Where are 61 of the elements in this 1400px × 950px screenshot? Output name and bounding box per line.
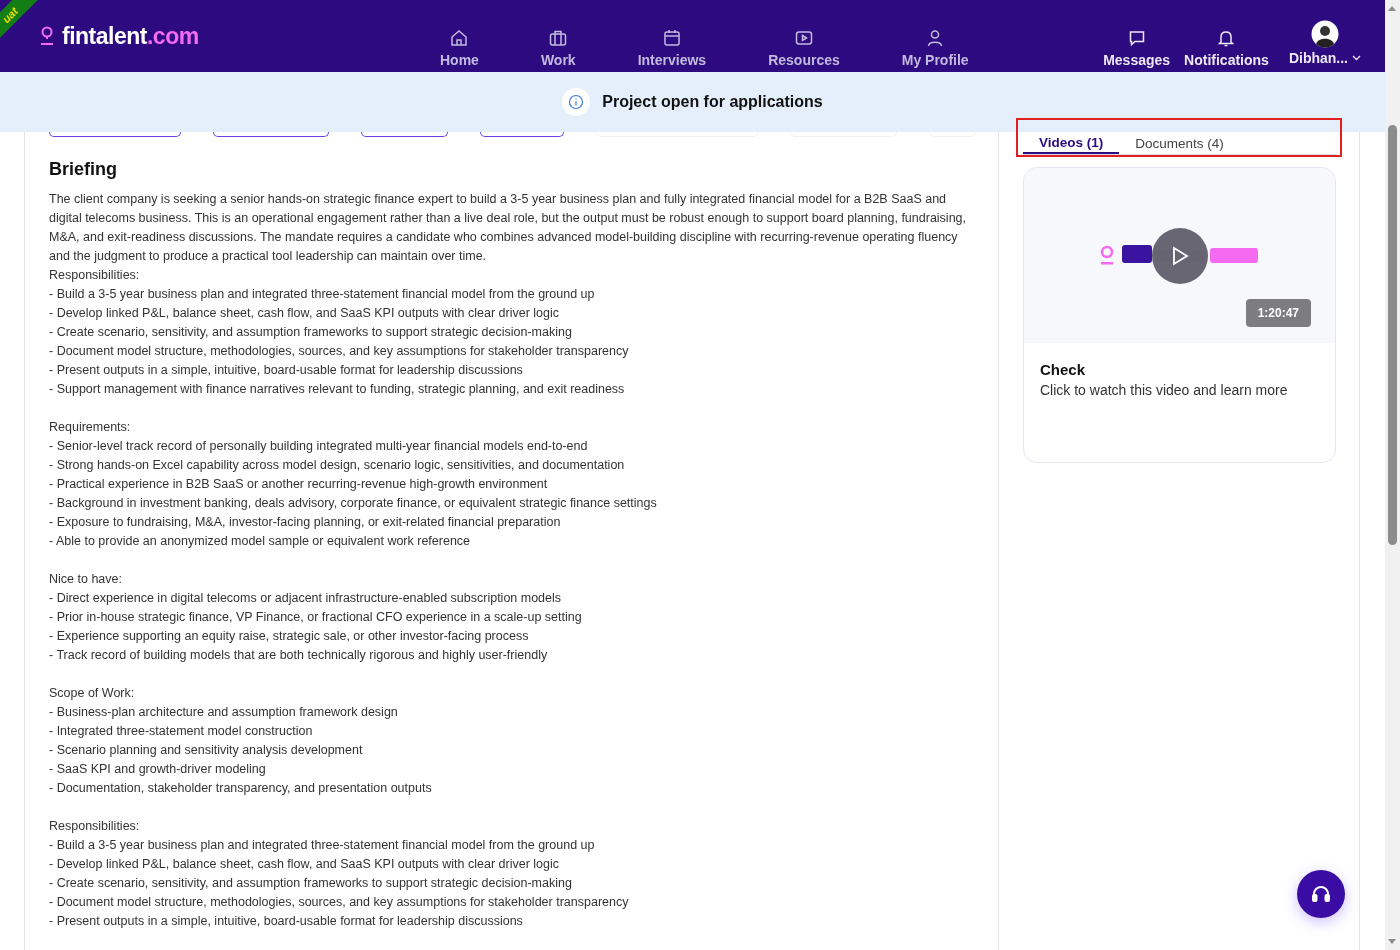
nav-link[interactable]: Messages bbox=[1103, 10, 1171, 72]
nav-link[interactable]: Home bbox=[440, 14, 479, 72]
list-item: - Document model structure, methodologies, sources, and key assumptions for stakeholder transparency bbox=[49, 343, 630, 360]
briefcase-icon bbox=[548, 28, 569, 48]
list-item: - Develop linked P&L, balance sheet, cash flow, and SaaS KPI outputs with clear driver logic bbox=[49, 305, 560, 322]
list-item: - Able to provide an anonymized model sample or equivalent work reference bbox=[49, 533, 472, 550]
list-item: - Strong hands-on Excel capability across model design, scenario logic, sensitivities, and documentation bbox=[49, 457, 626, 474]
list-item: - Background in investment banking, deals advisory, corporate finance, or equivalent strategic finance settings bbox=[49, 495, 658, 512]
video-icon bbox=[793, 28, 814, 48]
nav-link[interactable]: My Profile bbox=[901, 14, 969, 72]
tab[interactable]: Documents (4) bbox=[1119, 132, 1240, 154]
pin-icon bbox=[40, 26, 54, 46]
section-heading: Requirements: bbox=[49, 419, 132, 436]
briefing-paragraph: The client company is seeking a senior hands-on strategic finance expert to build a 3-5 year business plan and fully integrated financial model for a B2B SaaS and digital telecoms business. This is an operational engagement rather than a live deal role, but the output must be robust enough to support board planning, fundraising, M&A, and exit-readiness discussions. The mandate requires a candidate who combines advanced model-building discipline with recurring-revenue operating fluency and the judgment to produce a practical tool leadership can maintain over time. bbox=[49, 191, 968, 265]
list-item: - Support management with finance narratives relevant to funding, strategic planning, and exit readiness bbox=[49, 381, 626, 398]
section-heading: Scope of Work: bbox=[49, 685, 136, 702]
list-item: - Senior-level track record of personally building integrated multi-year financial models end-to-end bbox=[49, 438, 589, 455]
list-item: - Track record of building models that are both technically rigorous and highly user-friendly bbox=[49, 647, 549, 664]
status-banner-text: Project open for applications bbox=[602, 93, 823, 111]
list-item: - Business-plan architecture and assumption framework design bbox=[49, 704, 399, 721]
list-item: - Present outputs in a simple, intuitive, board-usable format for leadership discussions bbox=[49, 362, 524, 379]
avatar bbox=[1310, 20, 1339, 48]
nav-link[interactable]: Resources bbox=[768, 14, 840, 72]
list-item: - Create scenario, sensitivity, and assumption frameworks to support strategic decision-making bbox=[49, 324, 573, 341]
list-item: - Develop linked P&L, balance sheet, cash flow, and SaaS KPI outputs with clear driver logic bbox=[49, 856, 560, 873]
nav-link[interactable]: Notifications bbox=[1184, 10, 1269, 72]
list-item: - Document model structure, methodologies, sources, and key assumptions for stakeholder transparency bbox=[49, 894, 630, 911]
info-icon bbox=[562, 88, 591, 116]
list-item: - Present outputs in a simple, intuitive, board-usable format for leadership discussions bbox=[49, 913, 524, 930]
support-button[interactable] bbox=[1297, 870, 1345, 918]
calendar-icon bbox=[661, 28, 682, 48]
list-item: - Scenario planning and sensitivity analysis development bbox=[49, 742, 364, 759]
bell-icon bbox=[1216, 28, 1237, 48]
video-card[interactable]: 1:20:47 Check Click to watch this video and learn more bbox=[1023, 167, 1336, 463]
tab[interactable]: Videos (1) bbox=[1023, 132, 1120, 154]
logo-text[interactable]: fintalent.com bbox=[62, 22, 199, 50]
list-item: - Build a 3-5 year business plan and integrated three-statement financial model from the ground up bbox=[49, 286, 596, 303]
section-heading: Responsibilities: bbox=[49, 267, 141, 284]
video-title: Check bbox=[1040, 361, 1087, 378]
list-item: - Experience supporting an equity raise, strategic sale, or other investor-facing process bbox=[49, 628, 530, 645]
chevron-down-icon bbox=[1352, 55, 1361, 61]
list-item: - Create scenario, sensitivity, and assumption frameworks to support strategic decision-making bbox=[49, 875, 573, 892]
list-item: - Build a 3-5 year business plan and integrated three-statement financial model from the ground up bbox=[49, 837, 596, 854]
user-menu[interactable]: Dibhan... bbox=[1282, 10, 1367, 72]
list-item: - Practical experience in B2B SaaS or another recurring-revenue high-growth environment bbox=[49, 476, 549, 493]
list-item: - Direct experience in digital telecoms or adjacent infrastructure-enabled subscription models bbox=[49, 590, 563, 607]
headphones-icon bbox=[1311, 885, 1331, 903]
play-icon bbox=[1170, 245, 1190, 267]
list-item: - Documentation, stakeholder transparency, and presentation outputs bbox=[49, 780, 433, 797]
section-title: Briefing bbox=[49, 159, 118, 180]
video-description: Click to watch this video and learn more bbox=[1040, 382, 1289, 398]
list-item: - SaaS KPI and growth-driver modeling bbox=[49, 761, 267, 778]
list-item: - Prior in-house strategic finance, VP Finance, or fractional CFO experience in a scale-up setting bbox=[49, 609, 583, 626]
nav-link[interactable]: Work bbox=[540, 14, 576, 72]
section-heading: Responsibilities: bbox=[49, 818, 141, 835]
list-item: - Exposure to fundraising, M&A, investor-facing planning, or exit-related financial preparation bbox=[49, 514, 562, 531]
video-duration: 1:20:47 bbox=[1245, 299, 1311, 327]
list-item: - Integrated three-statement model construction bbox=[49, 723, 314, 740]
home-icon bbox=[449, 28, 470, 48]
nav-link[interactable]: Interviews bbox=[637, 14, 707, 72]
section-heading: Nice to have: bbox=[49, 571, 123, 588]
